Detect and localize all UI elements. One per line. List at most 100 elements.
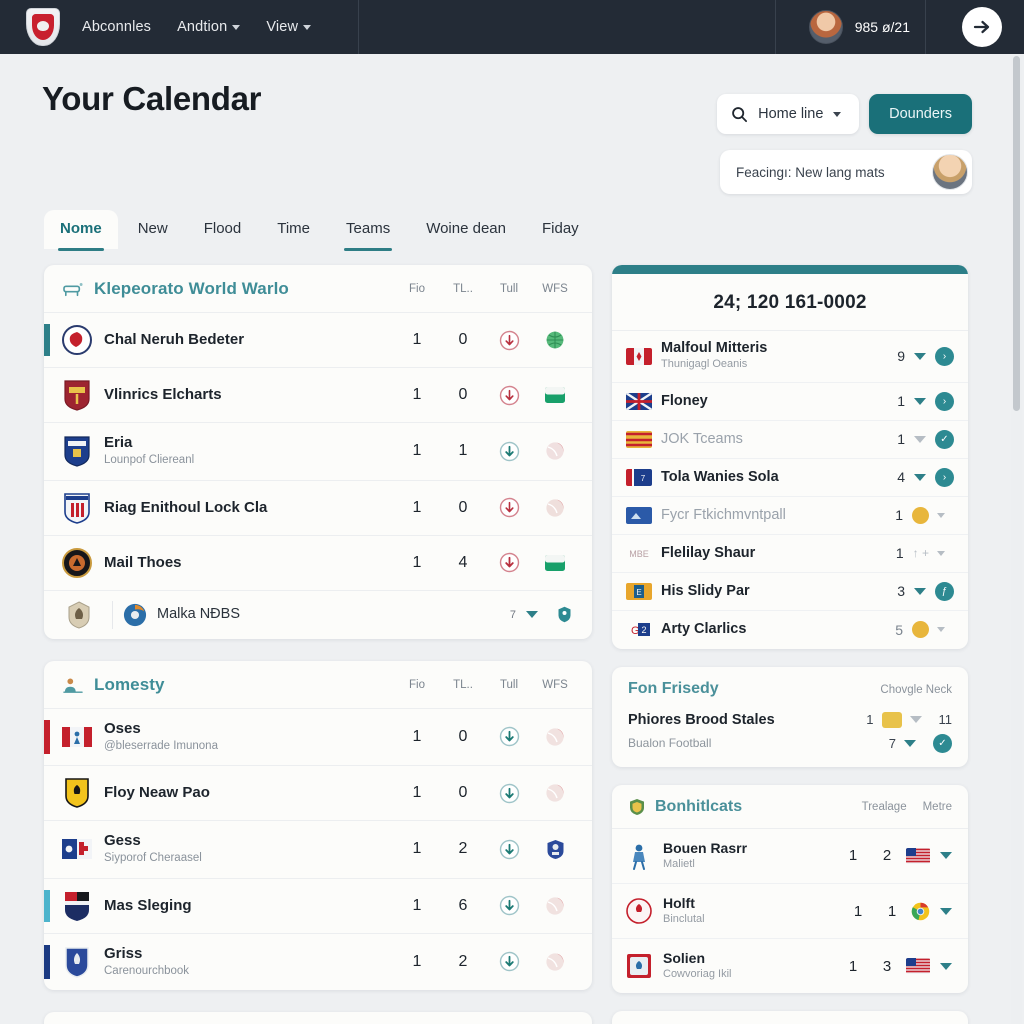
list-item[interactable]: Malfoul Mitteris Thunigagl Oeanis 9 ›: [612, 331, 968, 383]
row-status-tull[interactable]: [486, 726, 532, 747]
chevron-down-icon[interactable]: [904, 739, 916, 747]
chevron-down-icon[interactable]: [940, 962, 952, 970]
status-chip[interactable]: ✓: [933, 733, 952, 753]
nav-link-view[interactable]: View: [266, 19, 312, 35]
tab-new[interactable]: New: [122, 210, 184, 249]
notice-banner[interactable]: Feacingı: New lang mats: [720, 150, 972, 194]
list-item[interactable]: MBE Flelilay Shaur 1 ↑ +: [612, 535, 968, 573]
list-item[interactable]: JOK Tceams 1 ✓: [612, 421, 968, 459]
table-row[interactable]: Oses @bleserrade Imunona 1 0: [44, 709, 592, 767]
row-status-tull[interactable]: [486, 330, 532, 351]
table-row[interactable]: Riag Enithoul Lock Cla 1 0: [44, 481, 592, 536]
status-chip-gold[interactable]: [912, 621, 929, 639]
row-status-tull[interactable]: [486, 552, 532, 573]
row-status-tull[interactable]: [486, 839, 532, 860]
table-row-footer[interactable]: Malka NĐBS 7: [44, 591, 592, 639]
row-status-wfs[interactable]: [532, 554, 578, 572]
row-status-wfs[interactable]: [532, 386, 578, 404]
chevron-down-icon[interactable]: [940, 852, 952, 860]
bench-icon: [63, 283, 83, 297]
chevron-down-icon[interactable]: [937, 550, 945, 556]
table-row[interactable]: Floy Neaw Pao 1 0: [44, 766, 592, 822]
friendly-row-secondary[interactable]: Bualon Football 7 ✓: [612, 732, 968, 767]
row-status-wfs[interactable]: [532, 896, 578, 916]
row-status-tull[interactable]: [486, 441, 532, 462]
row-value-fio: 1: [412, 840, 422, 858]
status-chip[interactable]: ›: [935, 467, 954, 487]
chevron-down-icon[interactable]: [909, 716, 922, 724]
row-status-wfs[interactable]: [532, 727, 578, 747]
row-names: Malka NĐBS: [157, 606, 510, 623]
us-flag-icon: [906, 847, 930, 864]
plus-icon[interactable]: ↑ +: [913, 546, 929, 560]
chevron-down-icon[interactable]: [914, 397, 926, 405]
table-row[interactable]: Mail Thoes 1 4: [44, 536, 592, 591]
chevron-down-icon[interactable]: [940, 907, 952, 915]
chevron-down-icon[interactable]: [914, 587, 926, 595]
card-header: Klepeorato World Warlo Fio TL.. Tull WFS: [44, 265, 592, 313]
user-account-block[interactable]: 985 ø/21: [791, 0, 928, 54]
list-item[interactable]: E His Slidy Par 3 ƒ: [612, 573, 968, 611]
list-item[interactable]: 7 Tola Wanies Sola 4 ›: [612, 459, 968, 497]
table-row[interactable]: Vlinrics Elcharts 1 0: [44, 368, 592, 423]
search-filter-dropdown[interactable]: Home line: [717, 94, 860, 134]
tab-label: Woine dean: [426, 220, 506, 237]
green-card-icon: [545, 387, 565, 403]
row-status-wfs[interactable]: [532, 783, 578, 803]
friendly-row-primary[interactable]: Phiores Brood Stales 1 11: [612, 706, 968, 732]
status-chip[interactable]: ✓: [935, 429, 954, 449]
table-row[interactable]: Bouen Rasrr Malietl 1 2: [612, 829, 968, 884]
table-row[interactable]: Gess Siyporof Cheraasel 1 2: [44, 821, 592, 879]
row-name: Malka NĐBS: [157, 605, 240, 622]
chevron-down-icon[interactable]: [914, 435, 926, 443]
country-flag-icon: 7: [626, 468, 652, 486]
chevron-down-icon[interactable]: [937, 512, 945, 518]
list-item[interactable]: Floney 1 ›: [612, 383, 968, 421]
status-chip-gold[interactable]: [912, 506, 929, 524]
chevron-down-icon[interactable]: [914, 473, 926, 481]
row-status-tull[interactable]: [486, 951, 532, 972]
tab-woine-dean[interactable]: Woine dean: [410, 210, 522, 249]
tab-nome[interactable]: Nome: [44, 210, 118, 251]
tab-time[interactable]: Time: [261, 210, 326, 249]
tab-teams[interactable]: Teams: [330, 210, 406, 251]
chevron-down-icon[interactable]: [526, 611, 538, 619]
dounders-button[interactable]: Dounders: [869, 94, 972, 134]
table-row[interactable]: Eria Lounpof Cliereanl 1 1: [44, 423, 592, 481]
row-names: Griss Carenourchbook: [104, 945, 394, 980]
row-status-tull[interactable]: [486, 783, 532, 804]
row-status-wfs[interactable]: [532, 441, 578, 461]
table-row[interactable]: Holft Binclutal 1 1: [612, 884, 968, 940]
nav-link-label: Andtion: [177, 19, 228, 35]
tab-flood[interactable]: Flood: [188, 210, 258, 249]
row-status-wfs[interactable]: [532, 952, 578, 972]
list-item[interactable]: Fycr Ftkichmvntpall 1: [612, 497, 968, 535]
tab-fiday[interactable]: Fiday: [526, 210, 595, 249]
row-status-tull[interactable]: [486, 895, 532, 916]
row-status-wfs[interactable]: [532, 839, 578, 860]
arrow-right-circle-icon[interactable]: [962, 7, 1002, 47]
friendly-label: Phiores Brood Stales: [628, 711, 775, 728]
table-row[interactable]: Griss Carenourchbook 1 2: [44, 934, 592, 991]
chevron-down-icon[interactable]: [937, 627, 945, 633]
row-status-tull[interactable]: [486, 497, 532, 518]
page-scrollbar[interactable]: [1011, 56, 1022, 1024]
table-row[interactable]: Solien Cowvoriag Ikil 1 3: [612, 939, 968, 993]
chevron-down-icon[interactable]: [914, 352, 926, 360]
scrollbar-thumb[interactable]: [1013, 56, 1020, 411]
nav-link-andtion[interactable]: Andtion: [177, 19, 241, 35]
status-chip[interactable]: ›: [935, 391, 954, 411]
row-status-wfs[interactable]: [532, 498, 578, 518]
list-item[interactable]: G 2 Arty Clarlics 5: [612, 611, 968, 649]
nav-link-abconnles[interactable]: Abconnles: [82, 19, 151, 35]
row-value-b: 2: [882, 847, 892, 865]
row-status-wfs[interactable]: [532, 330, 578, 350]
status-chip[interactable]: ›: [935, 346, 954, 366]
table-row[interactable]: Chal Neruh Bedeter 1 0: [44, 313, 592, 368]
club-crest-logo-icon[interactable]: [26, 8, 60, 46]
row-value-b: 1: [887, 902, 897, 920]
table-row[interactable]: Mas Sleging 1 6: [44, 879, 592, 934]
row-name: Eria: [104, 434, 133, 451]
row-status-tull[interactable]: [486, 385, 532, 406]
status-chip[interactable]: ƒ: [935, 581, 954, 601]
